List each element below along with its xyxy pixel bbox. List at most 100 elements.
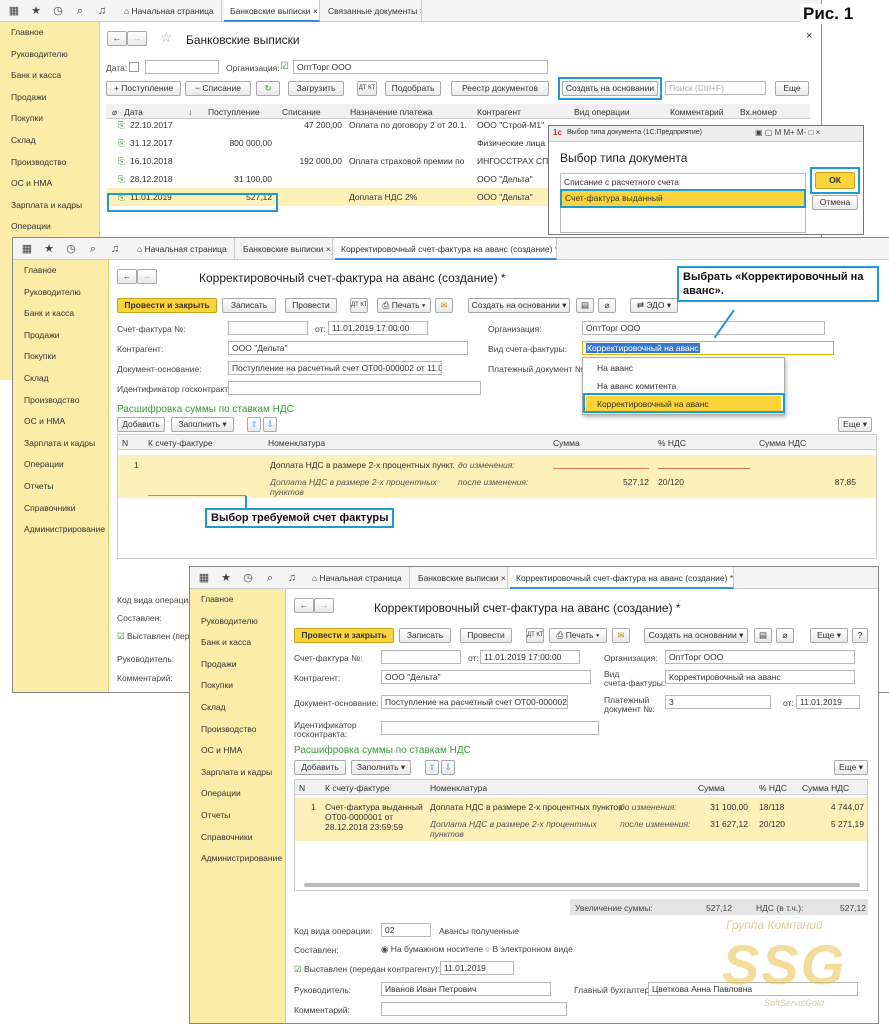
star-icon[interactable]: ★ bbox=[41, 241, 57, 257]
income-button[interactable]: + Поступление bbox=[106, 81, 181, 96]
sidebar-item[interactable]: Главное bbox=[0, 22, 99, 44]
basis-input[interactable]: Поступление на расчетный счет ОТ00-00000… bbox=[381, 695, 568, 709]
back-button[interactable]: ← bbox=[117, 269, 137, 284]
sort-desc-icon[interactable]: ↓ bbox=[188, 107, 192, 117]
apps-icon[interactable]: ▦ bbox=[19, 241, 35, 257]
sidebar-item[interactable]: Покупки bbox=[13, 346, 108, 368]
add-button[interactable]: Добавить bbox=[117, 417, 165, 432]
fill-button[interactable]: Заполнить ▾ bbox=[171, 417, 234, 432]
close-icon[interactable]: × bbox=[313, 6, 318, 16]
attach-button[interactable]: ⌀ bbox=[776, 628, 794, 643]
tab-correction-invoice[interactable]: Корректировочный счет-фактура на аванс (… bbox=[335, 238, 557, 260]
fill-button[interactable]: Заполнить ▾ bbox=[351, 760, 411, 775]
edo-button[interactable]: ⇄ ЭДО ▾ bbox=[630, 298, 678, 313]
date-input[interactable] bbox=[145, 60, 219, 74]
col-party[interactable]: Контрагент bbox=[477, 107, 521, 117]
forward-button[interactable]: → bbox=[127, 31, 147, 46]
close-icon[interactable]: × bbox=[806, 30, 812, 42]
add-button[interactable]: Добавить bbox=[294, 760, 346, 775]
gov-id-input[interactable] bbox=[228, 381, 481, 395]
help-button[interactable]: ? bbox=[852, 628, 868, 643]
sidebar-item[interactable]: Продажи bbox=[0, 87, 99, 109]
more-button[interactable]: Еще ▾ bbox=[838, 417, 872, 432]
sidebar-item[interactable]: Справочники bbox=[190, 827, 285, 849]
sidebar-item[interactable]: Банк и касса bbox=[0, 65, 99, 87]
table-scrollbar[interactable] bbox=[304, 883, 860, 887]
search-icon[interactable]: ⌕ bbox=[72, 3, 88, 19]
op-code-input[interactable]: 02 bbox=[381, 923, 431, 937]
post-button[interactable]: Провести bbox=[285, 298, 337, 313]
accountant-input[interactable]: Цветкова Анна Павловна bbox=[648, 982, 858, 996]
dropdown-option-selected[interactable]: Корректировочный на аванс bbox=[586, 396, 781, 412]
basis-input[interactable]: Поступление на расчетный счет ОТ00-00000… bbox=[228, 361, 442, 375]
more-button[interactable]: Еще bbox=[775, 81, 809, 96]
head-input[interactable]: Иванов Иван Петрович bbox=[381, 982, 551, 996]
doc-type-option[interactable]: Списание с расчетного счета bbox=[564, 177, 679, 187]
bell-icon[interactable]: ♫ bbox=[94, 3, 110, 19]
move-down-button[interactable]: ⇩ bbox=[263, 417, 277, 432]
star-icon[interactable]: ★ bbox=[28, 3, 44, 19]
m-button[interactable]: M bbox=[775, 128, 782, 137]
col-op-kind[interactable]: Вид операции bbox=[574, 107, 630, 117]
sidebar-item[interactable]: Банк и касса bbox=[190, 632, 285, 654]
favorite-star-icon[interactable]: ☆ bbox=[160, 29, 173, 46]
invoice-number-input[interactable] bbox=[381, 650, 461, 664]
kind-select[interactable]: Корректировочный на аванс bbox=[665, 670, 855, 684]
mail-button[interactable]: ✉ bbox=[435, 298, 453, 313]
org-input[interactable]: ОптТорг ООО bbox=[293, 60, 548, 74]
ok-button[interactable]: ОК bbox=[815, 172, 855, 189]
comment-input[interactable] bbox=[381, 1002, 567, 1016]
sidebar-item[interactable]: ОС и НМА bbox=[190, 740, 285, 762]
dropdown-option[interactable]: На аванс комитента bbox=[597, 381, 676, 391]
close-icon[interactable]: × bbox=[420, 6, 421, 16]
history-icon[interactable]: ◷ bbox=[63, 241, 79, 257]
sidebar-item[interactable]: Склад bbox=[13, 368, 108, 390]
sidebar-item[interactable]: Зарплата и кадры bbox=[13, 433, 108, 455]
tab-home[interactable]: ⌂ Начальная страница bbox=[118, 0, 222, 22]
issued-checkbox[interactable]: ☑ bbox=[294, 964, 304, 974]
dt-kt-button[interactable]: ДТ КТ bbox=[350, 298, 368, 313]
contractor-input[interactable]: ООО "Дельта" bbox=[381, 670, 591, 684]
col-purpose[interactable]: Назначение платежа bbox=[350, 107, 433, 117]
sidebar-item[interactable]: Продажи bbox=[190, 654, 285, 676]
col-in-number[interactable]: Вх.номер bbox=[740, 107, 777, 117]
post-button[interactable]: Провести bbox=[460, 628, 512, 643]
contractor-input[interactable]: ООО "Дельта" bbox=[228, 341, 468, 355]
kind-select[interactable]: Корректировочный на аванс bbox=[582, 341, 834, 355]
sidebar-item[interactable]: Администрирование bbox=[190, 848, 285, 870]
bell-icon[interactable]: ♫ bbox=[284, 570, 300, 586]
sidebar-item[interactable]: Производство bbox=[190, 719, 285, 741]
tab-bank-statements[interactable]: Банковские выписки × bbox=[224, 0, 320, 22]
outflow-button[interactable]: − Списание bbox=[185, 81, 251, 96]
dt-kt-button[interactable]: ДТ КТ bbox=[357, 81, 377, 96]
col-outflow[interactable]: Списание bbox=[282, 107, 321, 117]
save-button[interactable]: Записать bbox=[399, 628, 451, 643]
col-comment[interactable]: Комментарий bbox=[670, 107, 724, 117]
datetime-input[interactable]: 11.01.2019 17:00:00 bbox=[480, 650, 580, 664]
forward-button[interactable]: → bbox=[137, 269, 157, 284]
structure-button[interactable]: ▤ bbox=[576, 298, 594, 313]
attach-button[interactable]: ⌀ bbox=[598, 298, 616, 313]
gov-id-input[interactable] bbox=[381, 721, 599, 735]
datetime-input[interactable]: 11.01.2019 17:00:00 bbox=[328, 321, 428, 335]
sidebar-item[interactable]: Банк и касса bbox=[13, 303, 108, 325]
issued-date-input[interactable]: 11.01.2019 bbox=[440, 961, 514, 975]
invoice-number-input[interactable] bbox=[228, 321, 308, 335]
star-icon[interactable]: ★ bbox=[218, 570, 234, 586]
sidebar-item[interactable]: Покупки bbox=[0, 108, 99, 130]
refresh-button[interactable]: ↻ bbox=[256, 81, 280, 96]
apps-icon[interactable]: ▦ bbox=[196, 570, 212, 586]
create-basis-button[interactable]: Создать на основании bbox=[562, 81, 658, 96]
sidebar-item[interactable]: Администрирование bbox=[13, 519, 108, 541]
cancel-button[interactable]: Отмена bbox=[812, 195, 858, 210]
doc-type-option-selected[interactable]: Счет-фактура выданный bbox=[562, 191, 804, 206]
forward-button[interactable]: → bbox=[314, 598, 334, 613]
select-button[interactable]: Подобрать bbox=[385, 81, 441, 96]
col-income[interactable]: Поступление bbox=[208, 107, 260, 117]
org-input[interactable]: ОптТорг ООО bbox=[665, 650, 855, 664]
electronic-radio[interactable]: ○ В электронном виде bbox=[485, 944, 573, 954]
dropdown-option[interactable]: На аванс bbox=[597, 363, 633, 373]
sidebar-item[interactable]: Склад bbox=[190, 697, 285, 719]
apps-icon[interactable]: ▦ bbox=[6, 3, 22, 19]
tab-bank-statements[interactable]: Банковские выписки × bbox=[412, 567, 508, 589]
